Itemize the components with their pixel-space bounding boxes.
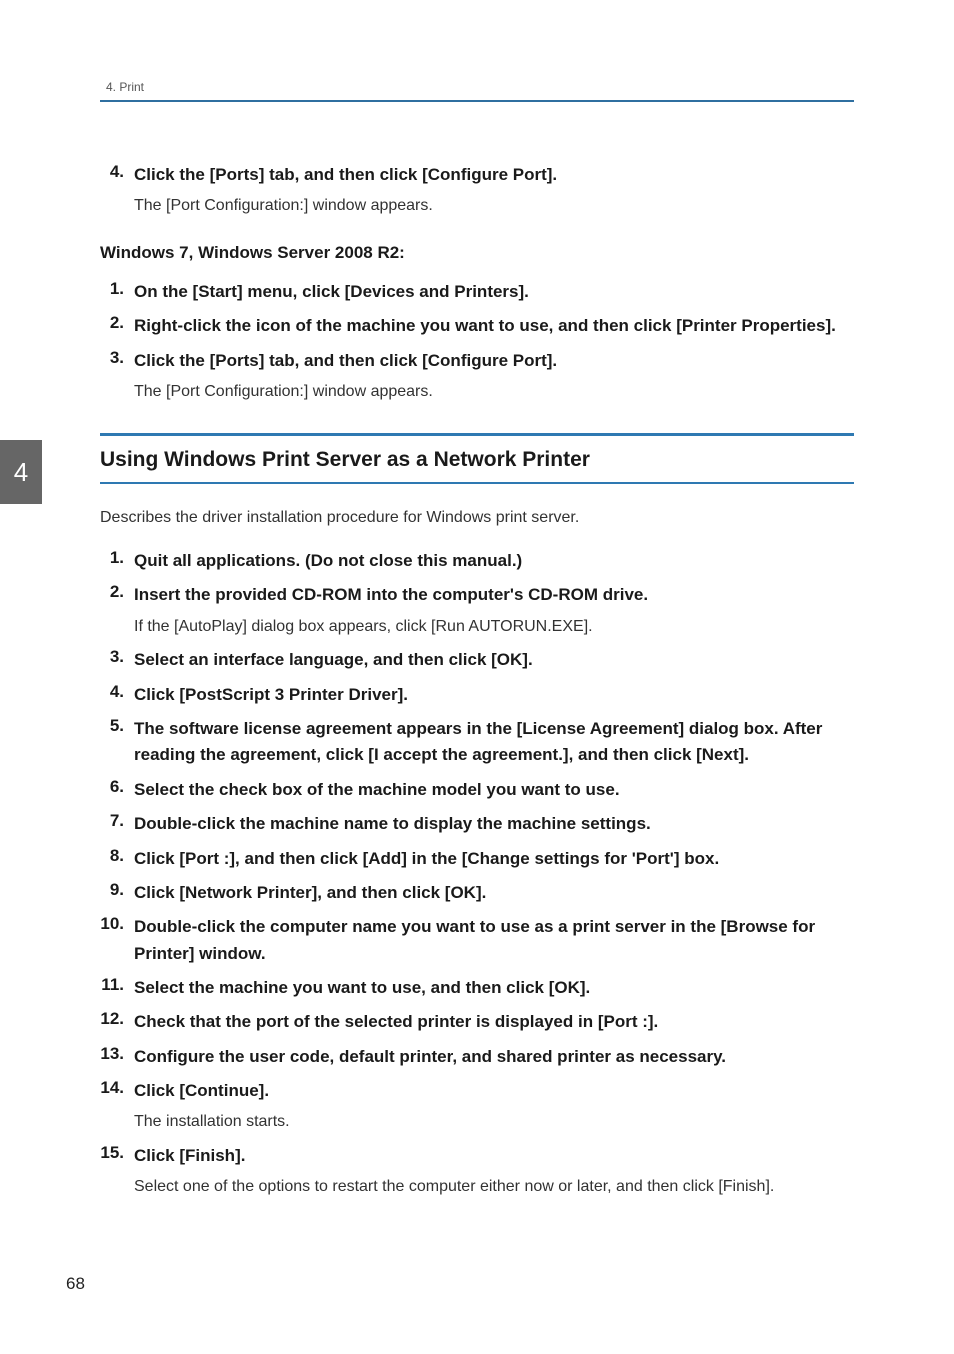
section-intro: Describes the driver installation proced… [100,506,854,530]
step-row: 1. On the [Start] menu, click [Devices a… [100,279,854,305]
step-number: 13. [100,1044,134,1070]
steps-block-a: 4. Click the [Ports] tab, and then click… [100,162,854,219]
step-number: 14. [100,1078,134,1135]
steps-block-section: 1.Quit all applications. (Do not close t… [100,548,854,1200]
step-title: Click [Network Printer], and then click … [134,880,854,906]
step-row: 14.Click [Continue]. The installation sta… [100,1078,854,1135]
step-number: 10. [100,914,134,967]
step-desc: The [Port Configuration:] window appears… [134,194,854,219]
step-number: 1. [100,548,134,574]
step-row: 6.Select the check box of the machine mo… [100,777,854,803]
step-body: Check that the port of the selected prin… [134,1009,854,1035]
step-row: 10.Double-click the computer name you wa… [100,914,854,967]
step-body: Quit all applications. (Do not close thi… [134,548,854,574]
step-title: Quit all applications. (Do not close thi… [134,548,854,574]
step-title: Select the machine you want to use, and … [134,975,854,1001]
step-number: 1. [100,279,134,305]
step-title: Insert the provided CD-ROM into the comp… [134,582,854,608]
step-title: Right-click the icon of the machine you … [134,313,854,339]
step-number: 11. [100,975,134,1001]
section-rule-bottom [100,482,854,484]
step-row: 7.Double-click the machine name to displ… [100,811,854,837]
step-title: Configure the user code, default printer… [134,1044,854,1070]
step-body: Click the [Ports] tab, and then click [C… [134,348,854,405]
step-title: Double-click the machine name to display… [134,811,854,837]
step-title: Select the check box of the machine mode… [134,777,854,803]
step-desc: Select one of the options to restart the… [134,1175,854,1200]
step-desc: The [Port Configuration:] window appears… [134,380,854,405]
step-body: Double-click the computer name you want … [134,914,854,967]
step-number: 2. [100,582,134,639]
step-title: Double-click the computer name you want … [134,914,854,967]
section-title: Using Windows Print Server as a Network … [100,436,854,482]
step-row: 12.Check that the port of the selected p… [100,1009,854,1035]
step-number: 3. [100,647,134,673]
step-number: 2. [100,313,134,339]
step-body: Click [Finish]. Select one of the options… [134,1143,854,1200]
section-header: Using Windows Print Server as a Network … [100,433,854,484]
step-row: 4.Click [PostScript 3 Printer Driver]. [100,682,854,708]
step-body: Insert the provided CD-ROM into the comp… [134,582,854,639]
step-number: 5. [100,716,134,769]
step-title: Click the [Ports] tab, and then click [C… [134,348,854,374]
step-title: On the [Start] menu, click [Devices and … [134,279,854,305]
step-number: 7. [100,811,134,837]
page: 4. Print 4 4. Click the [Ports] tab, and… [0,0,954,1354]
step-row: 4. Click the [Ports] tab, and then click… [100,162,854,219]
step-number: 9. [100,880,134,906]
step-number: 6. [100,777,134,803]
step-title: Select an interface language, and then c… [134,647,854,673]
step-row: 8.Click [Port :], and then click [Add] i… [100,846,854,872]
step-title: Click [PostScript 3 Printer Driver]. [134,682,854,708]
step-row: 1.Quit all applications. (Do not close t… [100,548,854,574]
header-rule [100,100,854,102]
step-body: Double-click the machine name to display… [134,811,854,837]
step-row: 3. Click the [Ports] tab, and then click… [100,348,854,405]
step-row: 11.Select the machine you want to use, a… [100,975,854,1001]
step-row: 9.Click [Network Printer], and then clic… [100,880,854,906]
step-title: Click [Continue]. [134,1078,854,1104]
step-title: The software license agreement appears i… [134,716,854,769]
step-title: Click [Port :], and then click [Add] in … [134,846,854,872]
step-body: The software license agreement appears i… [134,716,854,769]
step-row: 3.Select an interface language, and then… [100,647,854,673]
step-number: 4. [100,162,134,219]
step-row: 2.Insert the provided CD-ROM into the co… [100,582,854,639]
chapter-tab: 4 [0,440,42,504]
step-number: 3. [100,348,134,405]
step-body: Click [PostScript 3 Printer Driver]. [134,682,854,708]
steps-block-b: 1. On the [Start] menu, click [Devices a… [100,279,854,405]
step-row: 15.Click [Finish]. Select one of the opti… [100,1143,854,1200]
step-title: Click the [Ports] tab, and then click [C… [134,162,854,188]
step-body: Click [Network Printer], and then click … [134,880,854,906]
step-number: 12. [100,1009,134,1035]
sub-heading: Windows 7, Windows Server 2008 R2: [100,243,854,263]
step-row: 5.The software license agreement appears… [100,716,854,769]
page-number: 68 [66,1274,85,1294]
step-number: 15. [100,1143,134,1200]
step-body: On the [Start] menu, click [Devices and … [134,279,854,305]
running-head: 4. Print [106,80,854,94]
step-row: 13.Configure the user code, default prin… [100,1044,854,1070]
step-number: 4. [100,682,134,708]
step-row: 2. Right-click the icon of the machine y… [100,313,854,339]
step-body: Right-click the icon of the machine you … [134,313,854,339]
step-number: 8. [100,846,134,872]
step-body: Click [Continue]. The installation starts… [134,1078,854,1135]
step-body: Click the [Ports] tab, and then click [C… [134,162,854,219]
step-desc: If the [AutoPlay] dialog box appears, cl… [134,615,854,640]
step-body: Select the check box of the machine mode… [134,777,854,803]
step-body: Configure the user code, default printer… [134,1044,854,1070]
step-title: Check that the port of the selected prin… [134,1009,854,1035]
step-body: Select the machine you want to use, and … [134,975,854,1001]
step-desc: The installation starts. [134,1110,854,1135]
step-body: Click [Port :], and then click [Add] in … [134,846,854,872]
step-body: Select an interface language, and then c… [134,647,854,673]
step-title: Click [Finish]. [134,1143,854,1169]
